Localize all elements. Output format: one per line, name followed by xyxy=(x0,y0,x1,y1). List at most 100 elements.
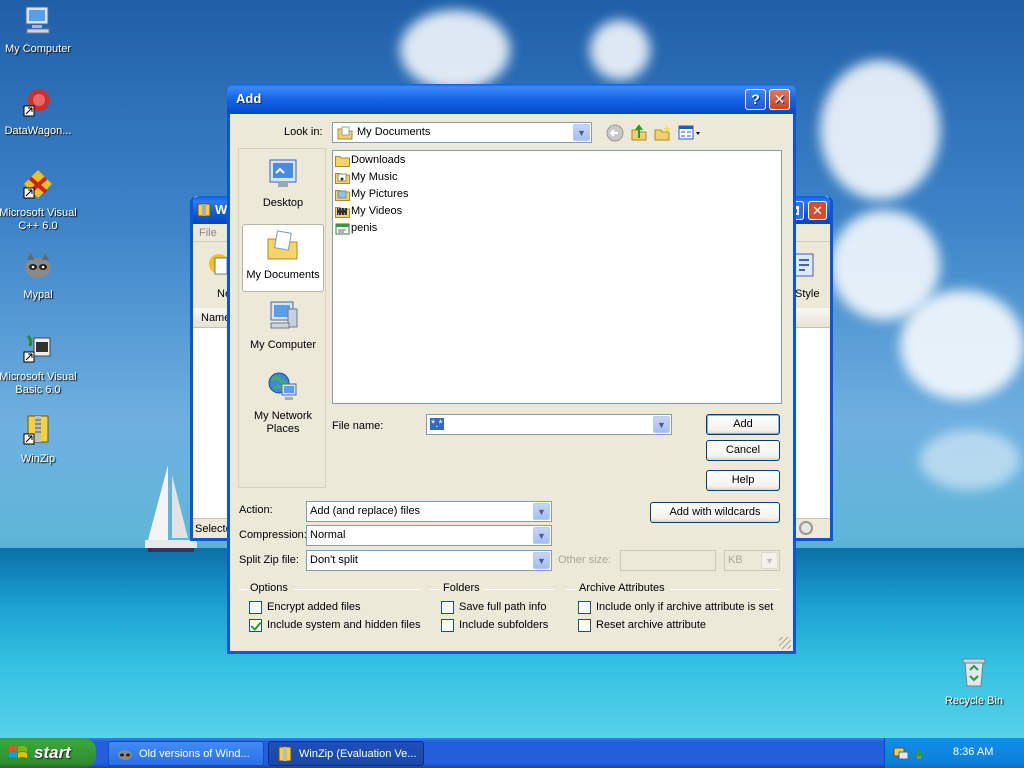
compression-dropdown[interactable]: Normal ▼ xyxy=(306,525,552,546)
include-hidden-label: Include system and hidden files xyxy=(267,619,421,631)
include-hidden-checkbox[interactable] xyxy=(249,619,262,632)
dialog-title-bar[interactable]: Add ? ✕ xyxy=(227,84,796,114)
winzip-close-button[interactable]: ✕ xyxy=(808,201,827,220)
place-my-documents[interactable]: My Documents xyxy=(242,224,324,292)
place-desktop[interactable]: Desktop xyxy=(242,153,324,221)
place-my-computer[interactable]: My Computer xyxy=(242,295,324,363)
winzip-icon xyxy=(278,746,292,762)
split-zip-label: Split Zip file: xyxy=(239,554,299,566)
places-bar: Desktop My Documents My Computer My Netw… xyxy=(238,148,326,488)
place-label: My Computer xyxy=(249,339,317,351)
archive-attributes-group-title: Archive Attributes xyxy=(579,582,665,594)
raccoon-icon xyxy=(118,750,132,760)
divider xyxy=(430,589,440,590)
desktop-icon-recycle-bin[interactable]: Recycle Bin xyxy=(934,656,1014,708)
winzip-icon xyxy=(23,415,49,445)
start-button[interactable]: start xyxy=(0,738,96,768)
file-list[interactable]: Downloads My Music My Pictures My Videos… xyxy=(332,150,782,404)
chevron-down-icon[interactable]: ▼ xyxy=(533,503,550,520)
save-full-path-checkbox[interactable] xyxy=(441,601,454,614)
desktop-icon-winzip[interactable]: WinZip xyxy=(0,414,78,466)
file-name: My Music xyxy=(351,171,398,183)
desktop-icon-visual-cpp[interactable]: Microsoft Visual C++ 6.0 xyxy=(0,168,78,233)
title-help-button[interactable]: ? xyxy=(745,89,766,110)
winzip-app-icon xyxy=(197,203,211,217)
size-unit-dropdown[interactable]: KB ▼ xyxy=(724,550,780,571)
taskbar-item-label: WinZip (Evaluation Ve... xyxy=(299,748,417,760)
add-dialog[interactable]: Add ? ✕ Look in: My Documents ▼ Desktop … xyxy=(227,84,796,654)
include-subfolders-checkbox[interactable] xyxy=(441,619,454,632)
divider xyxy=(484,589,554,590)
column-header-name[interactable]: Name xyxy=(201,312,230,324)
look-in-dropdown[interactable]: My Documents ▼ xyxy=(332,122,592,143)
reset-archive-checkbox[interactable] xyxy=(578,619,591,632)
file-name: My Pictures xyxy=(351,188,409,200)
desktop-icon-label: DataWagon... xyxy=(4,125,72,137)
archive-attribute-only-checkbox[interactable] xyxy=(578,601,591,614)
title-close-button[interactable]: ✕ xyxy=(769,89,790,110)
action-value: Add (and replace) files xyxy=(310,505,421,517)
view-menu-icon[interactable] xyxy=(678,124,702,142)
cloud xyxy=(590,20,650,80)
back-icon[interactable] xyxy=(606,124,624,142)
safely-remove-tray-icon[interactable] xyxy=(911,745,927,761)
cloud xyxy=(900,290,1024,400)
chevron-down-icon[interactable]: ▼ xyxy=(653,416,670,433)
clock[interactable]: 8:36 AM xyxy=(953,746,993,758)
raccoon-icon xyxy=(25,253,51,278)
list-item[interactable]: penis xyxy=(335,222,377,238)
chevron-down-icon[interactable]: ▼ xyxy=(573,124,590,141)
videos-folder-icon xyxy=(335,207,350,218)
resize-grip[interactable] xyxy=(779,637,791,649)
toolbar-style-label: Style xyxy=(795,288,820,300)
other-size-field[interactable] xyxy=(620,550,716,571)
file-name: penis xyxy=(351,222,378,234)
computer-icon xyxy=(270,301,298,329)
list-item[interactable]: My Videos xyxy=(335,205,402,221)
include-subfolders-label: Include subfolders xyxy=(459,619,549,631)
chevron-down-icon[interactable]: ▼ xyxy=(533,527,550,544)
taskbar-item-label: Old versions of Wind... xyxy=(139,748,250,760)
file-icon xyxy=(335,223,350,235)
network-tray-icon[interactable] xyxy=(893,745,909,761)
help-button[interactable]: Help xyxy=(706,470,780,491)
file-name-combobox[interactable]: *.* ▼ xyxy=(426,414,672,435)
add-with-wildcards-button[interactable]: Add with wildcards xyxy=(650,502,780,523)
taskbar-item-browser[interactable]: Old versions of Wind... xyxy=(108,741,264,766)
action-label: Action: xyxy=(239,504,273,516)
datawagon-icon xyxy=(23,89,50,117)
desktop-icon-label: Recycle Bin xyxy=(944,695,1004,707)
chevron-down-icon[interactable]: ▼ xyxy=(761,552,778,569)
add-button[interactable]: Add xyxy=(706,414,780,435)
list-item[interactable]: My Pictures xyxy=(335,188,408,204)
new-folder-icon[interactable] xyxy=(654,124,672,142)
divider xyxy=(294,589,420,590)
music-folder-icon xyxy=(335,173,350,184)
desktop-icon-label: Microsoft Visual C++ 6.0 xyxy=(0,207,77,232)
list-item[interactable]: Downloads xyxy=(335,154,405,170)
taskbar: start Old versions of Wind... WinZip (Ev… xyxy=(0,738,1024,768)
desktop-icon-visual-basic[interactable]: Microsoft Visual Basic 6.0 xyxy=(0,332,78,397)
cancel-button[interactable]: Cancel xyxy=(706,440,780,461)
list-item[interactable]: My Music xyxy=(335,171,397,187)
desktop-icon-mypal[interactable]: Mypal xyxy=(0,250,78,302)
toolbar-style-button[interactable]: Style xyxy=(791,250,827,300)
taskbar-item-winzip[interactable]: WinZip (Evaluation Ve... xyxy=(268,741,424,766)
desktop-icon-label: My Computer xyxy=(4,43,72,55)
action-dropdown[interactable]: Add (and replace) files ▼ xyxy=(306,501,552,522)
up-folder-icon[interactable] xyxy=(630,124,648,142)
place-label: My Network Places xyxy=(253,410,313,435)
cloud xyxy=(920,430,1020,490)
chevron-down-icon[interactable]: ▼ xyxy=(533,552,550,569)
encrypt-checkbox[interactable] xyxy=(249,601,262,614)
menu-file[interactable]: File xyxy=(199,227,217,239)
encrypt-label: Encrypt added files xyxy=(267,601,361,613)
desktop-icon-datawagon[interactable]: DataWagon... xyxy=(0,86,78,138)
desktop-icon-label: Mypal xyxy=(23,289,53,301)
split-zip-dropdown[interactable]: Don't split ▼ xyxy=(306,550,552,571)
visual-cpp-icon xyxy=(23,170,52,199)
options-group-title: Options xyxy=(250,582,288,594)
compression-value: Normal xyxy=(310,529,346,541)
place-my-network-places[interactable]: My Network Places xyxy=(242,366,324,435)
desktop-icon-my-computer[interactable]: My Computer xyxy=(0,4,78,56)
